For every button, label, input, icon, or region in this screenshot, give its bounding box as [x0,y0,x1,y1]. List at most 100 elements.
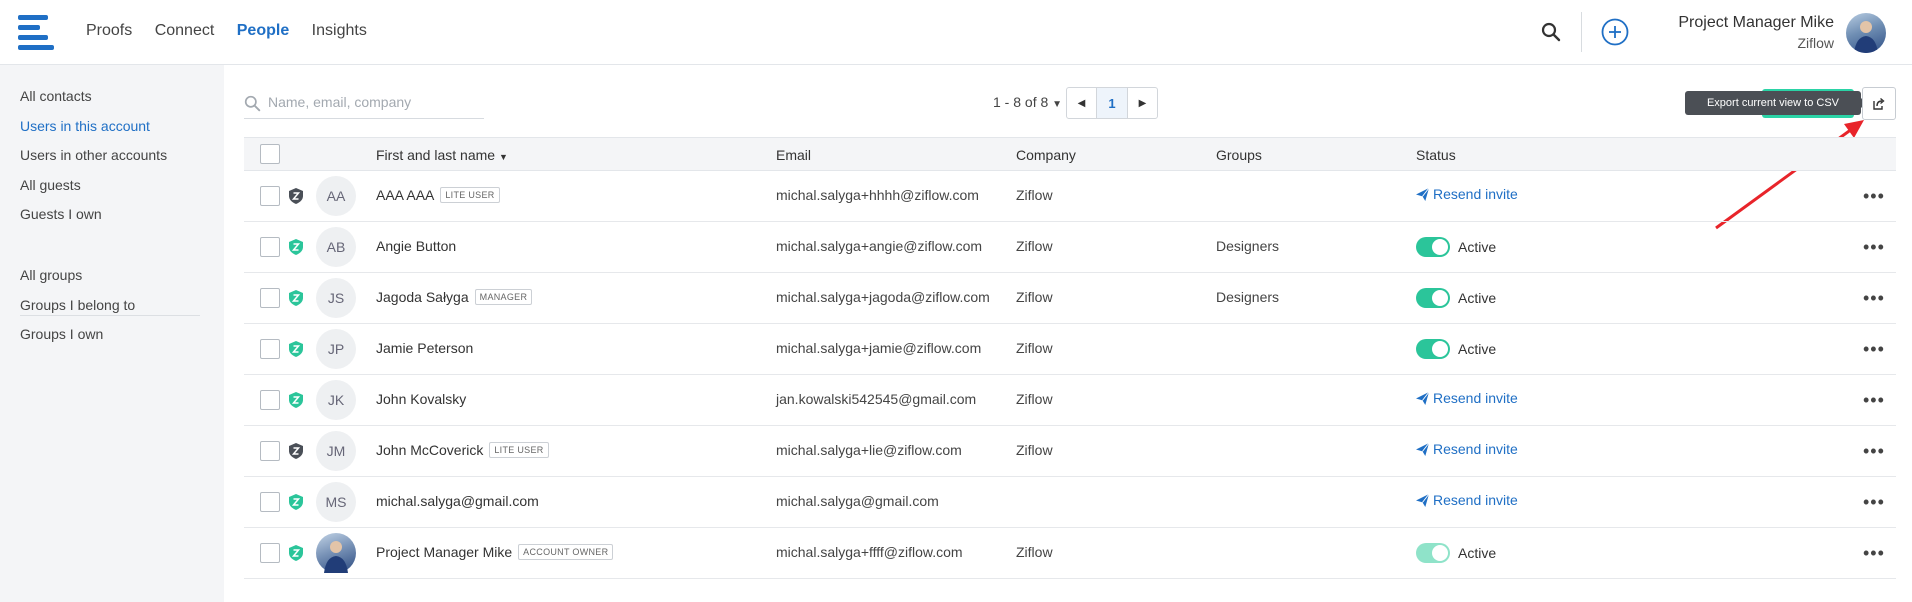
resend-invite-link[interactable]: Resend invite [1416,390,1518,406]
column-header-email[interactable]: Email [776,147,811,163]
shield-icon [289,188,303,204]
row-checkbox[interactable] [260,288,280,308]
shield-icon [289,392,303,408]
resend-invite-link[interactable]: Resend invite [1416,441,1518,457]
pagination-controls: ◀ 1 ▶ [1066,87,1158,119]
search-input[interactable] [266,93,480,111]
user-name-cell[interactable]: John Kovalsky [376,391,466,407]
table-row: JK John Kovalsky jan.kowalski542545@gmail.… [244,374,1896,426]
nav-item-insights[interactable]: Insights [312,22,367,39]
paper-plane-icon [1416,391,1429,405]
column-header-company[interactable]: Company [1016,147,1076,163]
user-name[interactable]: Project Manager Mike [1678,14,1834,32]
sidebar-item-all-contacts[interactable]: All contacts [20,88,92,104]
status-text: Active [1458,545,1497,561]
nav-item-proofs[interactable]: Proofs [86,22,132,39]
user-full-name: Jagoda Sałyga [376,289,469,305]
user-full-name: Project Manager Mike [376,544,513,560]
sidebar-item-all-groups[interactable]: All groups [20,267,82,283]
search-icon[interactable] [1541,22,1561,42]
shield-icon [289,494,303,510]
user-full-name: John McCoverick [376,442,484,458]
active-toggle[interactable] [1416,543,1450,563]
row-checkbox[interactable] [260,186,280,206]
user-name-cell[interactable]: Jagoda Sałyga MANAGER [376,289,533,305]
more-actions-icon[interactable]: ••• [1863,187,1885,205]
more-actions-icon[interactable]: ••• [1863,238,1885,256]
row-checkbox[interactable] [260,492,280,512]
sidebar-item-users-in-other-accounts[interactable]: Users in other accounts [20,147,167,163]
more-actions-icon[interactable]: ••• [1863,544,1885,562]
status-text: Active [1458,290,1497,306]
table-row: Project Manager Mike ACCOUNT OWNER michal.… [244,527,1896,579]
resend-invite-label: Resend invite [1433,441,1518,457]
row-checkbox[interactable] [260,441,280,461]
more-actions-icon[interactable]: ••• [1863,391,1885,409]
column-header-groups[interactable]: Groups [1216,147,1262,163]
sidebar: All contacts Users in this account Users… [0,65,224,602]
email-cell: michal.salyga+hhhh@ziflow.com [776,187,979,203]
more-actions-icon[interactable]: ••• [1863,442,1885,460]
user-name-cell[interactable]: AAA AAA LITE USER [376,187,500,203]
column-header-name[interactable]: First and last name ▼ [376,147,508,163]
column-header-status[interactable]: Status [1416,147,1456,163]
status-text: Active [1458,239,1497,255]
groups-cell: Designers [1216,289,1280,305]
more-actions-icon[interactable]: ••• [1863,289,1885,307]
sidebar-item-groups-i-own[interactable]: Groups I own [20,326,103,342]
shield-icon [289,443,303,459]
table-header: First and last name ▼ Email Company Grou… [244,137,1896,171]
email-cell: jan.kowalski542545@gmail.com [776,391,977,407]
resend-invite-label: Resend invite [1433,492,1518,508]
row-checkbox[interactable] [260,237,280,257]
active-toggle[interactable] [1416,237,1450,257]
sidebar-item-guests-i-own[interactable]: Guests I own [20,206,102,222]
user-full-name: Angie Button [376,238,457,254]
next-page-button[interactable]: ▶ [1128,88,1157,118]
company-cell: Ziflow [1016,238,1053,254]
sidebar-item-groups-i-belong-to[interactable]: Groups I belong to [20,297,135,313]
more-actions-icon[interactable]: ••• [1863,493,1885,511]
active-toggle[interactable] [1416,288,1450,308]
sidebar-divider [20,315,200,316]
more-actions-icon[interactable]: ••• [1863,340,1885,358]
user-name-cell[interactable]: Angie Button [376,238,456,254]
user-name-cell[interactable]: michal.salyga@gmail.com [376,493,539,509]
row-checkbox[interactable] [260,339,280,359]
user-name-cell[interactable]: Jamie Peterson [376,340,473,356]
status-cell: Active [1416,339,1496,359]
resend-invite-link[interactable]: Resend invite [1416,186,1518,202]
active-toggle[interactable] [1416,339,1450,359]
nav-item-connect[interactable]: Connect [155,22,215,39]
company-cell: Ziflow [1016,289,1053,305]
select-all-checkbox[interactable] [260,144,280,164]
nav-item-people[interactable]: People [237,22,289,39]
pagination-info-text: 1 - 8 of 8 [993,94,1049,110]
search-box [244,91,484,119]
sidebar-item-all-guests[interactable]: All guests [20,177,81,193]
email-cell: michal.salyga+lie@ziflow.com [776,442,962,458]
user-full-name: John Kovalsky [376,391,467,407]
status-cell: Active [1416,543,1496,563]
shield-icon [289,239,303,255]
table-row: JS Jagoda Sałyga MANAGER michal.salyga+jago… [244,272,1896,324]
current-page-number[interactable]: 1 [1097,88,1128,118]
sidebar-item-users-in-this-account[interactable]: Users in this account [20,118,150,134]
ziflow-logo-icon[interactable] [18,15,54,50]
avatar-initials: JK [316,380,356,420]
pagination-info-dropdown[interactable]: 1 - 8 of 8 ▼ [993,94,1062,110]
row-checkbox[interactable] [260,543,280,563]
groups-cell: Designers [1216,238,1280,254]
company-cell: Ziflow [1016,340,1053,356]
user-name-cell[interactable]: John McCoverick LITE USER [376,442,549,458]
row-checkbox[interactable] [260,390,280,410]
avatar-initials: JM [316,431,356,471]
email-cell: michal.salyga+angie@ziflow.com [776,238,983,254]
user-name-cell[interactable]: Project Manager Mike ACCOUNT OWNER [376,544,614,560]
status-text: Active [1458,341,1497,357]
previous-page-button[interactable]: ◀ [1067,88,1097,118]
table-row: MS michal.salyga@gmail.com michal.salyga@g… [244,476,1896,528]
resend-invite-link[interactable]: Resend invite [1416,492,1518,508]
add-circle-icon[interactable] [1601,18,1629,46]
user-avatar[interactable] [1846,13,1886,53]
